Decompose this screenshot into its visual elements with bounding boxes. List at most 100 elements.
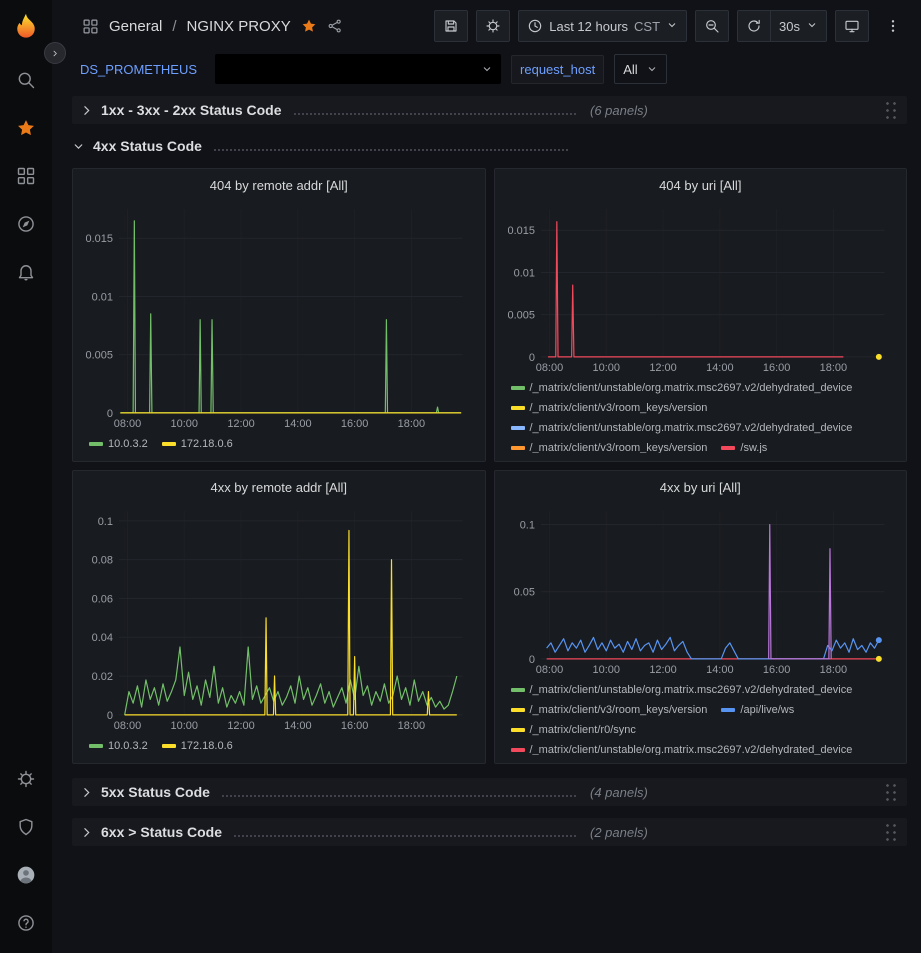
datasource-variable-dropdown[interactable]	[215, 54, 501, 84]
starred-dashboards-icon[interactable]	[2, 104, 50, 152]
svg-text:0: 0	[107, 408, 113, 420]
legend-item[interactable]: /_matrix/client/unstable/org.matrix.msc2…	[511, 741, 853, 755]
alerting-bell-icon[interactable]	[2, 248, 50, 296]
search-icon[interactable]	[2, 56, 50, 104]
svg-text:0.02: 0.02	[92, 671, 113, 683]
legend-item[interactable]: /sw.js	[721, 439, 767, 453]
panel-title[interactable]: 4xx by uri [All]	[505, 475, 897, 501]
legend-marker	[511, 708, 525, 712]
chevron-right-icon	[80, 826, 93, 839]
row-drag-handle[interactable]	[883, 820, 899, 844]
time-series-chart[interactable]: 00.050.108:0010:0012:0014:0016:0018:00	[505, 501, 897, 677]
legend-item[interactable]: /_matrix/client/v3/room_keys/version	[511, 701, 708, 719]
svg-text:14:00: 14:00	[284, 418, 311, 430]
svg-text:10:00: 10:00	[171, 720, 198, 732]
datasource-variable-label[interactable]: DS_PROMETHEUS	[72, 56, 205, 83]
dashboard-grid-icon	[82, 18, 99, 35]
breadcrumb-dashboard-title[interactable]: NGINX PROXY	[187, 18, 291, 35]
panel: 4xx by uri [All] 00.050.108:0010:0012:00…	[494, 470, 908, 764]
panel-legend: 10.0.3.2 172.18.0.6	[83, 733, 475, 755]
dashboard-topbar: General / NGINX PROXY Last 12 hours	[52, 0, 921, 52]
chevron-down-icon	[481, 63, 493, 75]
grafana-logo[interactable]	[8, 8, 44, 44]
refresh-button[interactable]	[737, 10, 771, 42]
user-avatar[interactable]	[2, 851, 50, 899]
row-drag-handle[interactable]	[883, 780, 899, 804]
tv-mode-button[interactable]	[835, 10, 869, 42]
breadcrumb-folder[interactable]: General	[109, 18, 162, 35]
legend-item[interactable]: /api/live/ws	[721, 701, 794, 719]
row-title: 5xx Status Code	[101, 784, 210, 800]
legend-marker	[511, 426, 525, 430]
time-range-label: Last 12 hours	[549, 19, 628, 34]
sidebar-expand-button[interactable]	[44, 42, 66, 64]
legend-item[interactable]: /_matrix/client/v3/room_keys/version	[511, 399, 708, 417]
legend-marker	[162, 744, 176, 748]
legend-item[interactable]: 10.0.3.2	[89, 737, 148, 755]
legend-item[interactable]: /_matrix/client/unstable/org.matrix.msc2…	[511, 379, 853, 397]
time-series-chart[interactable]: 00.0050.010.01508:0010:0012:0014:0016:00…	[505, 199, 897, 375]
zoom-out-time-button[interactable]	[695, 10, 729, 42]
panel-title[interactable]: 404 by uri [All]	[505, 173, 897, 199]
save-dashboard-button[interactable]	[434, 10, 468, 42]
svg-text:0.015: 0.015	[507, 225, 534, 237]
panel-chart-area[interactable]: 00.050.108:0010:0012:0014:0016:0018:00	[505, 501, 897, 677]
chevron-down-icon	[72, 140, 85, 153]
panel-grid: 404 by remote addr [All] 00.0050.010.015…	[72, 168, 907, 764]
dashboard-settings-button[interactable]	[476, 10, 510, 42]
svg-text:18:00: 18:00	[819, 664, 846, 676]
legend-label: /_matrix/client/v3/room_keys/version	[530, 701, 708, 719]
svg-text:0.06: 0.06	[92, 593, 113, 605]
row-drag-handle[interactable]	[883, 98, 899, 122]
legend-marker	[721, 446, 735, 450]
row-dots	[234, 827, 576, 837]
time-series-chart[interactable]: 00.020.040.060.080.108:0010:0012:0014:00…	[83, 501, 475, 733]
panel-chart-area[interactable]: 00.0050.010.01508:0010:0012:0014:0016:00…	[83, 199, 475, 431]
server-admin-shield-icon[interactable]	[2, 803, 50, 851]
explore-icon[interactable]	[2, 200, 50, 248]
svg-text:0.01: 0.01	[92, 291, 113, 303]
legend-item[interactable]: /_matrix/client/unstable/org.matrix.msc2…	[511, 419, 853, 437]
svg-text:10:00: 10:00	[592, 664, 619, 676]
favorite-star-icon[interactable]	[301, 18, 317, 34]
panel-title[interactable]: 4xx by remote addr [All]	[83, 475, 475, 501]
row-header-4xx[interactable]: 4xx Status Code	[72, 132, 907, 160]
dashboards-icon[interactable]	[2, 152, 50, 200]
row-panel-count: (2 panels)	[590, 825, 648, 840]
panel-chart-area[interactable]: 00.0050.010.01508:0010:0012:0014:0016:00…	[505, 199, 897, 375]
legend-item[interactable]: 172.18.0.6	[162, 737, 233, 755]
topbar-actions: Last 12 hours CST 30s	[434, 10, 909, 42]
refresh-interval-dropdown[interactable]: 30s	[771, 10, 827, 42]
legend-item[interactable]: 172.18.0.6	[162, 435, 233, 453]
row-panel-count: (4 panels)	[590, 785, 648, 800]
panel-legend: /_matrix/client/unstable/org.matrix.msc2…	[505, 677, 897, 755]
share-icon[interactable]	[327, 18, 343, 34]
panel-legend: /_matrix/client/unstable/org.matrix.msc2…	[505, 375, 897, 453]
legend-marker	[89, 744, 103, 748]
legend-item[interactable]: /_matrix/client/v3/room_keys/version	[511, 439, 708, 453]
svg-text:16:00: 16:00	[762, 664, 789, 676]
row-header-6xx[interactable]: 6xx > Status Code (2 panels)	[72, 818, 907, 846]
row-header-1xx-3xx-2xx[interactable]: 1xx - 3xx - 2xx Status Code (6 panels)	[72, 96, 907, 124]
panel: 404 by uri [All] 00.0050.010.01508:0010:…	[494, 168, 908, 462]
legend-item[interactable]: 10.0.3.2	[89, 435, 148, 453]
chevron-down-icon	[666, 19, 678, 34]
row-title: 6xx > Status Code	[101, 824, 222, 840]
time-range-picker[interactable]: Last 12 hours CST	[518, 10, 687, 42]
configuration-gear-icon[interactable]	[2, 755, 50, 803]
legend-item[interactable]: /_matrix/client/unstable/org.matrix.msc2…	[511, 681, 853, 699]
panel-chart-area[interactable]: 00.020.040.060.080.108:0010:0012:0014:00…	[83, 501, 475, 733]
legend-item[interactable]: /_matrix/client/r0/sync	[511, 721, 636, 739]
breadcrumb-separator: /	[172, 18, 176, 35]
svg-text:0.015: 0.015	[86, 233, 113, 245]
chevron-down-icon	[646, 63, 658, 75]
kebab-menu-icon[interactable]	[877, 10, 909, 42]
time-series-chart[interactable]: 00.0050.010.01508:0010:0012:0014:0016:00…	[83, 199, 475, 431]
svg-text:12:00: 12:00	[649, 664, 676, 676]
request-host-variable-label[interactable]: request_host	[511, 55, 604, 84]
request-host-variable-dropdown[interactable]: All	[614, 54, 666, 84]
svg-text:08:00: 08:00	[114, 418, 141, 430]
help-icon[interactable]	[2, 899, 50, 947]
panel-title[interactable]: 404 by remote addr [All]	[83, 173, 475, 199]
row-header-5xx[interactable]: 5xx Status Code (4 panels)	[72, 778, 907, 806]
